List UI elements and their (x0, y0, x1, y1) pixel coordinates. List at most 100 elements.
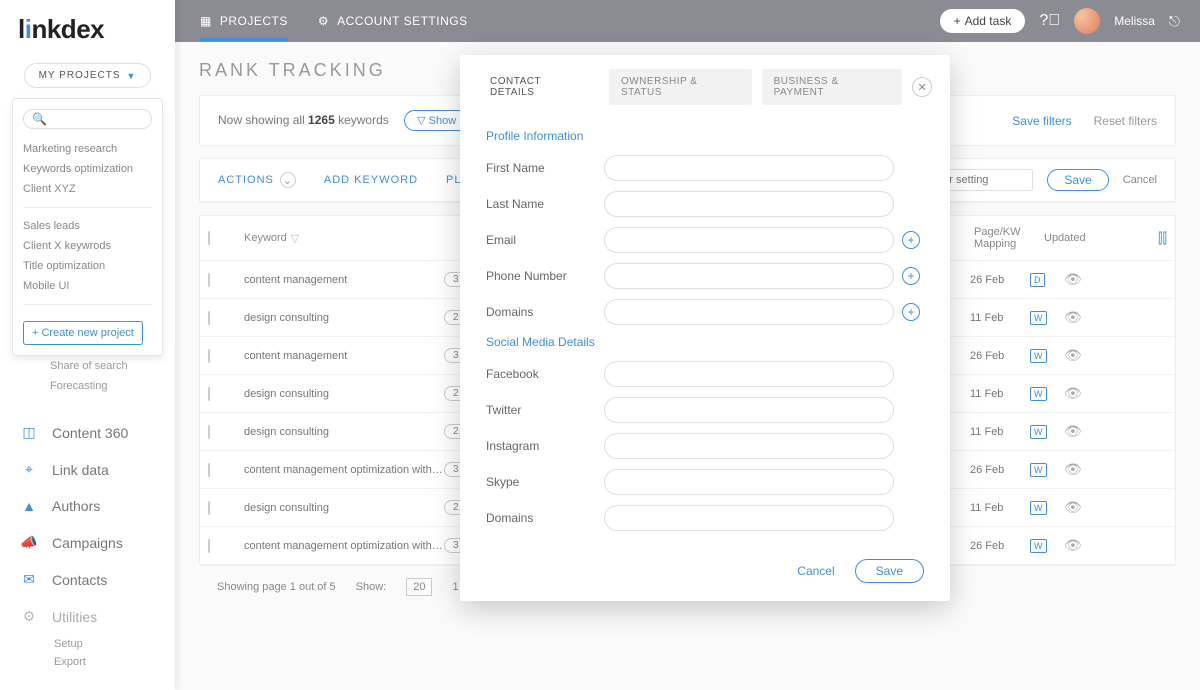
sidebar-item-label: Link data (52, 462, 109, 478)
project-link[interactable]: Client X keywrods (23, 236, 152, 256)
row-checkbox[interactable] (208, 425, 210, 439)
project-link[interactable]: Sales leads (23, 216, 152, 236)
avatar[interactable] (1074, 8, 1100, 34)
contact-modal: CONTACT DETAILS OWNERSHIP & STATUS BUSIN… (460, 55, 950, 601)
form-input[interactable] (604, 433, 894, 459)
sidebar-item-label: Contacts (52, 572, 107, 588)
logout-icon[interactable]: ⎋ (1169, 13, 1180, 30)
chevron-down-icon: ▼ (127, 71, 137, 81)
project-link[interactable]: Client XYZ (23, 179, 152, 199)
reset-filters-link[interactable]: Reset filters (1094, 114, 1157, 128)
form-input[interactable] (604, 191, 894, 217)
form-label: Skype (486, 475, 596, 489)
close-icon[interactable]: ✕ (912, 77, 932, 97)
freq-badge: W (1030, 463, 1047, 477)
row-checkbox[interactable] (208, 349, 210, 363)
form-input[interactable] (604, 469, 894, 495)
add-keyword-button[interactable]: ADD KEYWORD (324, 174, 418, 186)
eye-icon[interactable]: 👁 (1064, 385, 1094, 402)
cancel-link[interactable]: Cancel (1123, 174, 1157, 186)
row-checkbox[interactable] (208, 501, 210, 515)
tab-ownership-status[interactable]: OWNERSHIP & STATUS (609, 69, 752, 105)
form-input[interactable] (604, 505, 894, 531)
form-input[interactable] (604, 227, 894, 253)
project-search-input[interactable]: 🔍 (23, 109, 152, 129)
cell-date: 11 Feb (970, 388, 1030, 400)
project-link[interactable]: Share of search (50, 356, 175, 376)
project-link[interactable]: Keywords optimization (23, 159, 152, 179)
sidebar-item[interactable]: ⌖ Link data (0, 451, 175, 488)
my-projects-dropdown[interactable]: MY PROJECTS ▼ (24, 63, 152, 88)
pager-show-label: Show: (356, 581, 387, 593)
freq-badge: W (1030, 387, 1047, 401)
create-project-button[interactable]: + Create new project (23, 321, 143, 345)
nav-icon: 📣 (20, 534, 38, 551)
modal-cancel-link[interactable]: Cancel (797, 564, 834, 578)
sidebar-item[interactable]: ◫Content 360 (0, 414, 175, 451)
nav-icon: ⌖ (20, 461, 38, 478)
add-icon[interactable]: + (902, 303, 920, 321)
form-label: Domains (486, 305, 596, 319)
modal-save-button[interactable]: Save (855, 559, 924, 583)
save-filters-link[interactable]: Save filters (1012, 114, 1071, 128)
eye-icon[interactable]: 👁 (1064, 309, 1094, 326)
project-link[interactable]: Forecasting (50, 376, 175, 396)
freq-badge: W (1030, 349, 1047, 363)
row-checkbox[interactable] (208, 387, 210, 401)
project-link[interactable]: Title optimization (23, 256, 152, 276)
add-icon[interactable]: + (902, 231, 920, 249)
project-link[interactable]: Marketing research (23, 139, 152, 159)
pager-showing: Showing page 1 out of 5 (217, 581, 336, 593)
page-size-input[interactable]: 20 (406, 578, 432, 596)
form-input[interactable] (604, 263, 894, 289)
form-input[interactable] (604, 299, 894, 325)
form-row: First Name (486, 155, 924, 181)
sidebar-item-label: Campaigns (52, 535, 123, 551)
add-task-button[interactable]: + Add task (940, 9, 1026, 33)
nav-projects[interactable]: ▦ PROJECTS (200, 14, 288, 41)
sidebar-item-utilities[interactable]: ⚙ Utilities (0, 598, 175, 635)
form-input[interactable] (604, 361, 894, 387)
col-mapping[interactable]: Page/KW Mapping (974, 226, 1044, 250)
cell-date: 26 Feb (970, 540, 1030, 552)
select-all-checkbox[interactable] (208, 231, 210, 245)
eye-icon[interactable]: 👁 (1064, 423, 1094, 440)
util-sub-link[interactable]: Setup (54, 635, 175, 653)
form-input[interactable] (604, 155, 894, 181)
project-link[interactable]: Mobile UI (23, 276, 152, 296)
eye-icon[interactable]: 👁 (1064, 461, 1094, 478)
sidebar-item[interactable]: ▲Authors (0, 488, 175, 524)
util-sub-link[interactable]: Export (54, 653, 175, 671)
row-checkbox[interactable] (208, 311, 210, 325)
actions-button[interactable]: ACTIONS⌄ (218, 172, 296, 188)
help-icon[interactable]: ?⃝ (1039, 12, 1060, 30)
form-row: Domains + (486, 299, 924, 325)
grid-icon: ▦ (200, 14, 212, 28)
sidebar-item[interactable]: 📣 Campaigns (0, 524, 175, 561)
add-icon[interactable]: + (902, 267, 920, 285)
form-label: Facebook (486, 367, 596, 381)
save-button[interactable]: Save (1047, 169, 1108, 191)
form-row: Phone Number+ (486, 263, 924, 289)
sidebar-item[interactable]: ✉ Contacts (0, 561, 175, 598)
nav-account-settings[interactable]: ⚙ ACCOUNT SETTINGS (318, 14, 468, 28)
col-updated[interactable]: Updated (1044, 232, 1114, 244)
eye-icon[interactable]: 👁 (1064, 271, 1094, 288)
col-keyword[interactable]: Keyword ▽ (244, 232, 444, 245)
tab-contact-details[interactable]: CONTACT DETAILS (478, 69, 599, 105)
eye-icon[interactable]: 👁 (1064, 537, 1094, 554)
row-checkbox[interactable] (208, 539, 210, 553)
nav-icon: ✉ (20, 571, 38, 588)
column-settings-icon[interactable]: ⫿⫿ (1158, 230, 1194, 247)
form-label: Domains (486, 511, 596, 525)
cell-keyword: design consulting (244, 502, 444, 514)
eye-icon[interactable]: 👁 (1064, 347, 1094, 364)
projects-dropdown-panel: 🔍 Marketing researchKeywords optimizatio… (12, 98, 163, 356)
freq-badge: W (1030, 311, 1047, 325)
form-input[interactable] (604, 397, 894, 423)
cell-date: 11 Feb (970, 502, 1030, 514)
eye-icon[interactable]: 👁 (1064, 499, 1094, 516)
tab-business-payment[interactable]: BUSINESS & PAYMENT (762, 69, 903, 105)
row-checkbox[interactable] (208, 463, 210, 477)
row-checkbox[interactable] (208, 273, 210, 287)
